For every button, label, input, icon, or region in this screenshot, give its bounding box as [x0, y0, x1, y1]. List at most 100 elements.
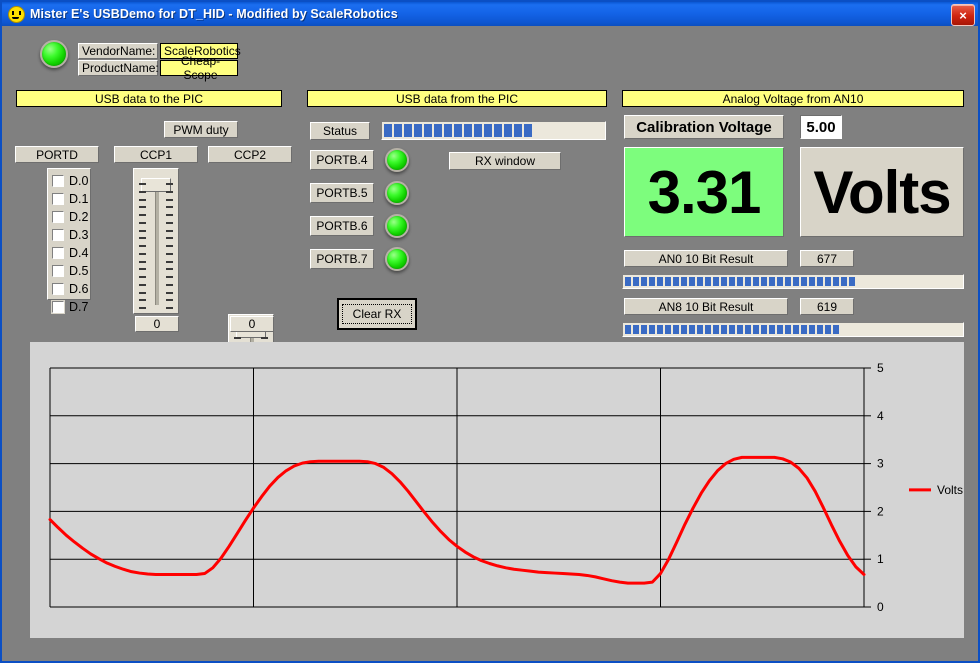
- progress-block: [673, 277, 679, 286]
- progress-block: [404, 124, 412, 137]
- progress-block: [504, 124, 512, 137]
- checkbox-icon[interactable]: [52, 175, 64, 187]
- voltage-reading: 3.31: [624, 147, 784, 237]
- legend-label: Volts: [937, 483, 963, 497]
- slider-tick: [166, 245, 173, 247]
- ccp1-slider[interactable]: [133, 168, 179, 314]
- progress-block: [873, 325, 879, 334]
- progress-block: [833, 325, 839, 334]
- portd-checkbox-group: D.0 D.1 D.2 D.3 D.4 D.5 D.6 D.7: [47, 168, 91, 300]
- portd-checkbox-label: D.1: [69, 192, 88, 206]
- slider-tick: [139, 299, 146, 301]
- progress-block: [713, 277, 719, 286]
- scope-chart: 012345Volts: [30, 342, 964, 638]
- smiley-icon: [8, 6, 25, 23]
- progress-block: [817, 325, 823, 334]
- progress-block: [673, 325, 679, 334]
- close-icon[interactable]: ×: [951, 4, 975, 26]
- progress-block: [809, 277, 815, 286]
- slider-tick: [139, 292, 146, 294]
- rx-window-title: RX window: [449, 152, 561, 170]
- progress-block: [833, 277, 839, 286]
- calibration-voltage-input[interactable]: 5.00: [800, 115, 842, 139]
- progress-block: [929, 277, 935, 286]
- y-axis-tick-label: 1: [877, 552, 884, 566]
- progress-block: [594, 124, 602, 137]
- slider-tick: [139, 276, 146, 278]
- y-axis-tick-label: 3: [877, 457, 884, 471]
- portd-checkbox-3[interactable]: D.3: [52, 227, 90, 243]
- portd-checkbox-1[interactable]: D.1: [52, 191, 90, 207]
- slider-tick: [166, 284, 173, 286]
- slider-tick: [139, 206, 146, 208]
- ccp1-value: 0: [135, 316, 179, 332]
- progress-block: [849, 325, 855, 334]
- portb6-led: [385, 214, 409, 238]
- slider-tick: [261, 337, 268, 339]
- checkbox-icon[interactable]: [52, 211, 64, 223]
- ccp2-label: CCP2: [208, 146, 292, 163]
- connection-led: [40, 40, 68, 68]
- progress-block: [825, 277, 831, 286]
- progress-block: [881, 277, 887, 286]
- rx-banner: USB data from the PIC: [307, 90, 607, 107]
- progress-block: [729, 325, 735, 334]
- portd-checkbox-5[interactable]: D.5: [52, 263, 90, 279]
- portd-checkbox-label: D.6: [69, 282, 88, 296]
- progress-block: [929, 325, 935, 334]
- checkbox-icon[interactable]: [52, 229, 64, 241]
- slider-tick: [166, 222, 173, 224]
- slider-tick: [139, 199, 146, 201]
- portd-checkbox-7[interactable]: D.7: [52, 299, 90, 315]
- window-title: Mister E's USBDemo for DT_HID - Modified…: [30, 7, 398, 21]
- progress-block: [649, 325, 655, 334]
- title-bar: Mister E's USBDemo for DT_HID - Modified…: [2, 2, 978, 26]
- progress-block: [841, 325, 847, 334]
- clear-rx-button[interactable]: Clear RX: [337, 298, 417, 330]
- progress-block: [394, 124, 402, 137]
- progress-block: [793, 277, 799, 286]
- portb5-label: PORTB.5: [310, 183, 374, 203]
- progress-block: [865, 325, 871, 334]
- slider-tick: [139, 191, 146, 193]
- y-axis-tick-label: 0: [877, 600, 884, 614]
- slider-tick: [139, 245, 146, 247]
- portd-checkbox-label: D.7: [69, 300, 88, 314]
- progress-block: [761, 325, 767, 334]
- slider-tick: [234, 337, 241, 339]
- slider-tick: [139, 261, 146, 263]
- progress-block: [721, 325, 727, 334]
- progress-block: [681, 277, 687, 286]
- portd-checkbox-4[interactable]: D.4: [52, 245, 90, 261]
- slider-tick: [166, 276, 173, 278]
- portb4-label: PORTB.4: [310, 150, 374, 170]
- checkbox-icon[interactable]: [52, 283, 64, 295]
- checkbox-icon[interactable]: [52, 247, 64, 259]
- portd-checkbox-2[interactable]: D.2: [52, 209, 90, 225]
- progress-block: [905, 277, 911, 286]
- progress-block: [921, 277, 927, 286]
- checkbox-icon[interactable]: [52, 265, 64, 277]
- checkbox-icon[interactable]: [52, 301, 64, 313]
- progress-block: [785, 325, 791, 334]
- product-name-label: ProductName:: [78, 60, 158, 76]
- progress-block: [657, 325, 663, 334]
- progress-block: [737, 325, 743, 334]
- progress-block: [625, 325, 631, 334]
- an0-result-value: 677: [800, 250, 854, 267]
- progress-block: [689, 325, 695, 334]
- pwm-duty-label: PWM duty: [164, 121, 238, 138]
- progress-block: [921, 325, 927, 334]
- portd-checkbox-6[interactable]: D.6: [52, 281, 90, 297]
- status-label: Status: [310, 122, 370, 140]
- progress-block: [953, 277, 959, 286]
- progress-block: [454, 124, 462, 137]
- progress-block: [873, 277, 879, 286]
- portd-checkbox-0[interactable]: D.0: [52, 173, 90, 189]
- progress-block: [897, 325, 903, 334]
- voltage-unit-label: Volts: [800, 147, 964, 237]
- progress-block: [913, 325, 919, 334]
- checkbox-icon[interactable]: [52, 193, 64, 205]
- status-progress-bar: [381, 121, 606, 140]
- progress-block: [625, 277, 631, 286]
